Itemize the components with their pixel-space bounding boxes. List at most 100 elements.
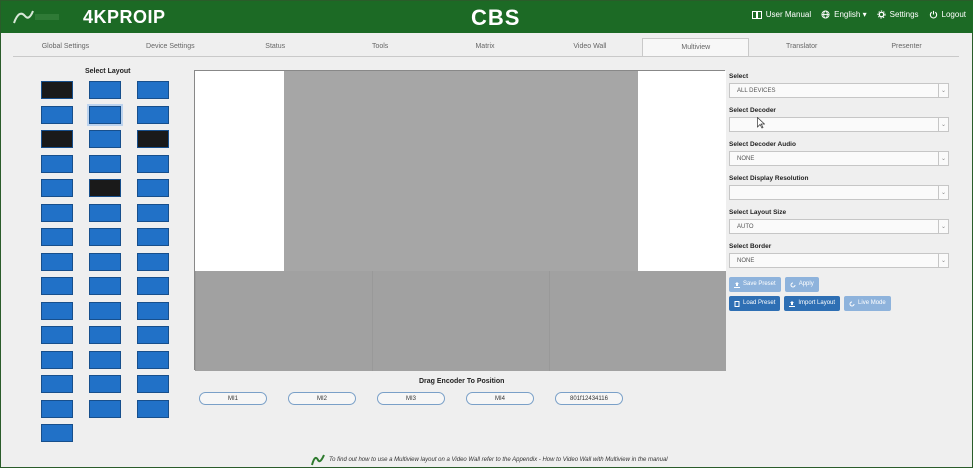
multiview-canvas[interactable]: [194, 70, 726, 371]
import-layout-label: Import Layout: [798, 300, 836, 306]
user-manual-link[interactable]: User Manual: [751, 10, 812, 19]
layout-thumbnail[interactable]: [89, 375, 121, 393]
layout-thumbnail[interactable]: [137, 277, 169, 295]
tab-global-settings[interactable]: Global Settings: [13, 38, 118, 56]
tab-device-settings[interactable]: Device Settings: [118, 38, 223, 56]
layout-thumbnail[interactable]: [89, 326, 121, 344]
layout-size-select[interactable]: AUTO ⌄: [729, 219, 949, 234]
layout-thumbnail[interactable]: [89, 81, 121, 99]
layout-thumbnail[interactable]: [89, 399, 121, 418]
layout-thumbnail[interactable]: [41, 81, 73, 99]
layout-thumbnail[interactable]: [137, 252, 169, 271]
load-preset-button[interactable]: Load Preset: [729, 296, 781, 311]
chevron-down-icon: ⌄: [938, 152, 948, 166]
encoder-chip[interactable]: MI2: [288, 392, 356, 405]
preset-buttons-row: Save Preset Apply: [729, 277, 949, 292]
file-icon: [734, 300, 740, 307]
layout-thumbnail[interactable]: [137, 350, 169, 369]
company-logo-small: [311, 454, 325, 466]
settings-link[interactable]: Settings: [877, 10, 919, 19]
layout-thumbnail[interactable]: [137, 154, 169, 173]
layout-size-value: AUTO: [737, 224, 754, 230]
layout-thumbnail[interactable]: [137, 130, 169, 148]
encoder-chip[interactable]: MI4: [466, 392, 534, 405]
footer-note: To find out how to use a Multiview layou…: [311, 453, 668, 467]
canvas-window-bottom-1[interactable]: [195, 271, 372, 371]
layout-thumbnail[interactable]: [41, 424, 73, 442]
tab-presenter[interactable]: Presenter: [854, 38, 959, 56]
tab-tools[interactable]: Tools: [328, 38, 433, 56]
language-label: English ▾: [834, 10, 867, 19]
layout-thumbnail[interactable]: [41, 277, 73, 295]
tab-matrix[interactable]: Matrix: [433, 38, 538, 56]
display-resolution-select[interactable]: ⌄: [729, 185, 949, 200]
settings-label: Settings: [889, 10, 919, 19]
layout-thumbnail[interactable]: [89, 228, 121, 246]
layout-thumbnail[interactable]: [41, 301, 73, 320]
device-select-value: ALL DEVICES: [737, 88, 776, 94]
layout-thumbnail[interactable]: [137, 375, 169, 393]
globe-icon: [821, 10, 830, 19]
live-mode-label: Live Mode: [858, 300, 886, 306]
layout-thumbnail[interactable]: [41, 154, 73, 173]
save-preset-button[interactable]: Save Preset: [729, 277, 781, 292]
device-select[interactable]: ALL DEVICES ⌄: [729, 83, 949, 98]
tab-status[interactable]: Status: [223, 38, 328, 56]
layout-thumbnail[interactable]: [41, 326, 73, 344]
layout-thumbnail[interactable]: [41, 179, 73, 197]
layout-thumbnail[interactable]: [41, 228, 73, 246]
upload-icon: [734, 281, 740, 288]
tab-multiview[interactable]: Multiview: [642, 38, 750, 56]
encoder-chip[interactable]: 801f12434116: [555, 392, 623, 405]
layout-thumbnail[interactable]: [41, 130, 73, 148]
encoder-chip[interactable]: MI3: [377, 392, 445, 405]
layout-thumbnail[interactable]: [41, 203, 73, 222]
tab-video-wall[interactable]: Video Wall: [537, 38, 642, 56]
layout-thumbnail[interactable]: [41, 350, 73, 369]
layout-thumbnail[interactable]: [137, 81, 169, 99]
layout-thumbnail[interactable]: [89, 350, 121, 369]
layout-thumbnail[interactable]: [89, 301, 121, 320]
encoder-list: MI1 MI2 MI3 MI4 801f12434116: [199, 392, 623, 405]
layout-thumbnail[interactable]: [41, 105, 73, 124]
canvas-window-right[interactable]: [638, 71, 726, 271]
encoder-chip[interactable]: MI1: [199, 392, 267, 405]
layout-thumbnail[interactable]: [137, 203, 169, 222]
layout-thumbnail[interactable]: [137, 228, 169, 246]
layout-thumbnail[interactable]: [89, 154, 121, 173]
layout-thumbnail[interactable]: [137, 399, 169, 418]
layout-thumbnail[interactable]: [137, 301, 169, 320]
canvas-window-bottom-2[interactable]: [372, 271, 549, 371]
tab-translator[interactable]: Translator: [749, 38, 854, 56]
layout-thumbnail[interactable]: [137, 179, 169, 197]
canvas-window-main[interactable]: [284, 71, 638, 271]
refresh-icon: [790, 282, 796, 287]
import-layout-button[interactable]: Import Layout: [784, 296, 841, 311]
layout-thumbnail[interactable]: [89, 277, 121, 295]
mouse-cursor-icon: [757, 117, 765, 129]
logout-link[interactable]: Logout: [929, 10, 966, 19]
display-resolution-label: Select Display Resolution: [729, 175, 809, 182]
company-logo: [13, 10, 59, 24]
user-manual-label: User Manual: [765, 10, 812, 19]
canvas-window-bottom-3[interactable]: [549, 271, 726, 371]
layout-thumbnail[interactable]: [41, 252, 73, 271]
layout-thumbnail[interactable]: [89, 179, 121, 197]
layout-thumbnail[interactable]: [41, 399, 73, 418]
layout-thumbnail[interactable]: [87, 103, 123, 126]
decoder-audio-select[interactable]: NONE ⌄: [729, 151, 949, 166]
top-bar: 4KPROIP CBS User Manual English ▾ Settin…: [1, 1, 973, 33]
book-icon: [751, 10, 762, 19]
live-mode-button[interactable]: Live Mode: [844, 296, 891, 311]
gear-icon: [877, 10, 886, 19]
border-select[interactable]: NONE ⌄: [729, 253, 949, 268]
layout-thumbnail[interactable]: [89, 130, 121, 148]
layout-thumbnail[interactable]: [137, 105, 169, 124]
language-dropdown[interactable]: English ▾: [821, 10, 867, 19]
layout-thumbnail[interactable]: [137, 326, 169, 344]
layout-thumbnail[interactable]: [41, 375, 73, 393]
apply-button[interactable]: Apply: [784, 277, 819, 292]
layout-thumbnail[interactable]: [89, 203, 121, 222]
canvas-window-left[interactable]: [195, 71, 284, 271]
layout-thumbnail[interactable]: [89, 252, 121, 271]
